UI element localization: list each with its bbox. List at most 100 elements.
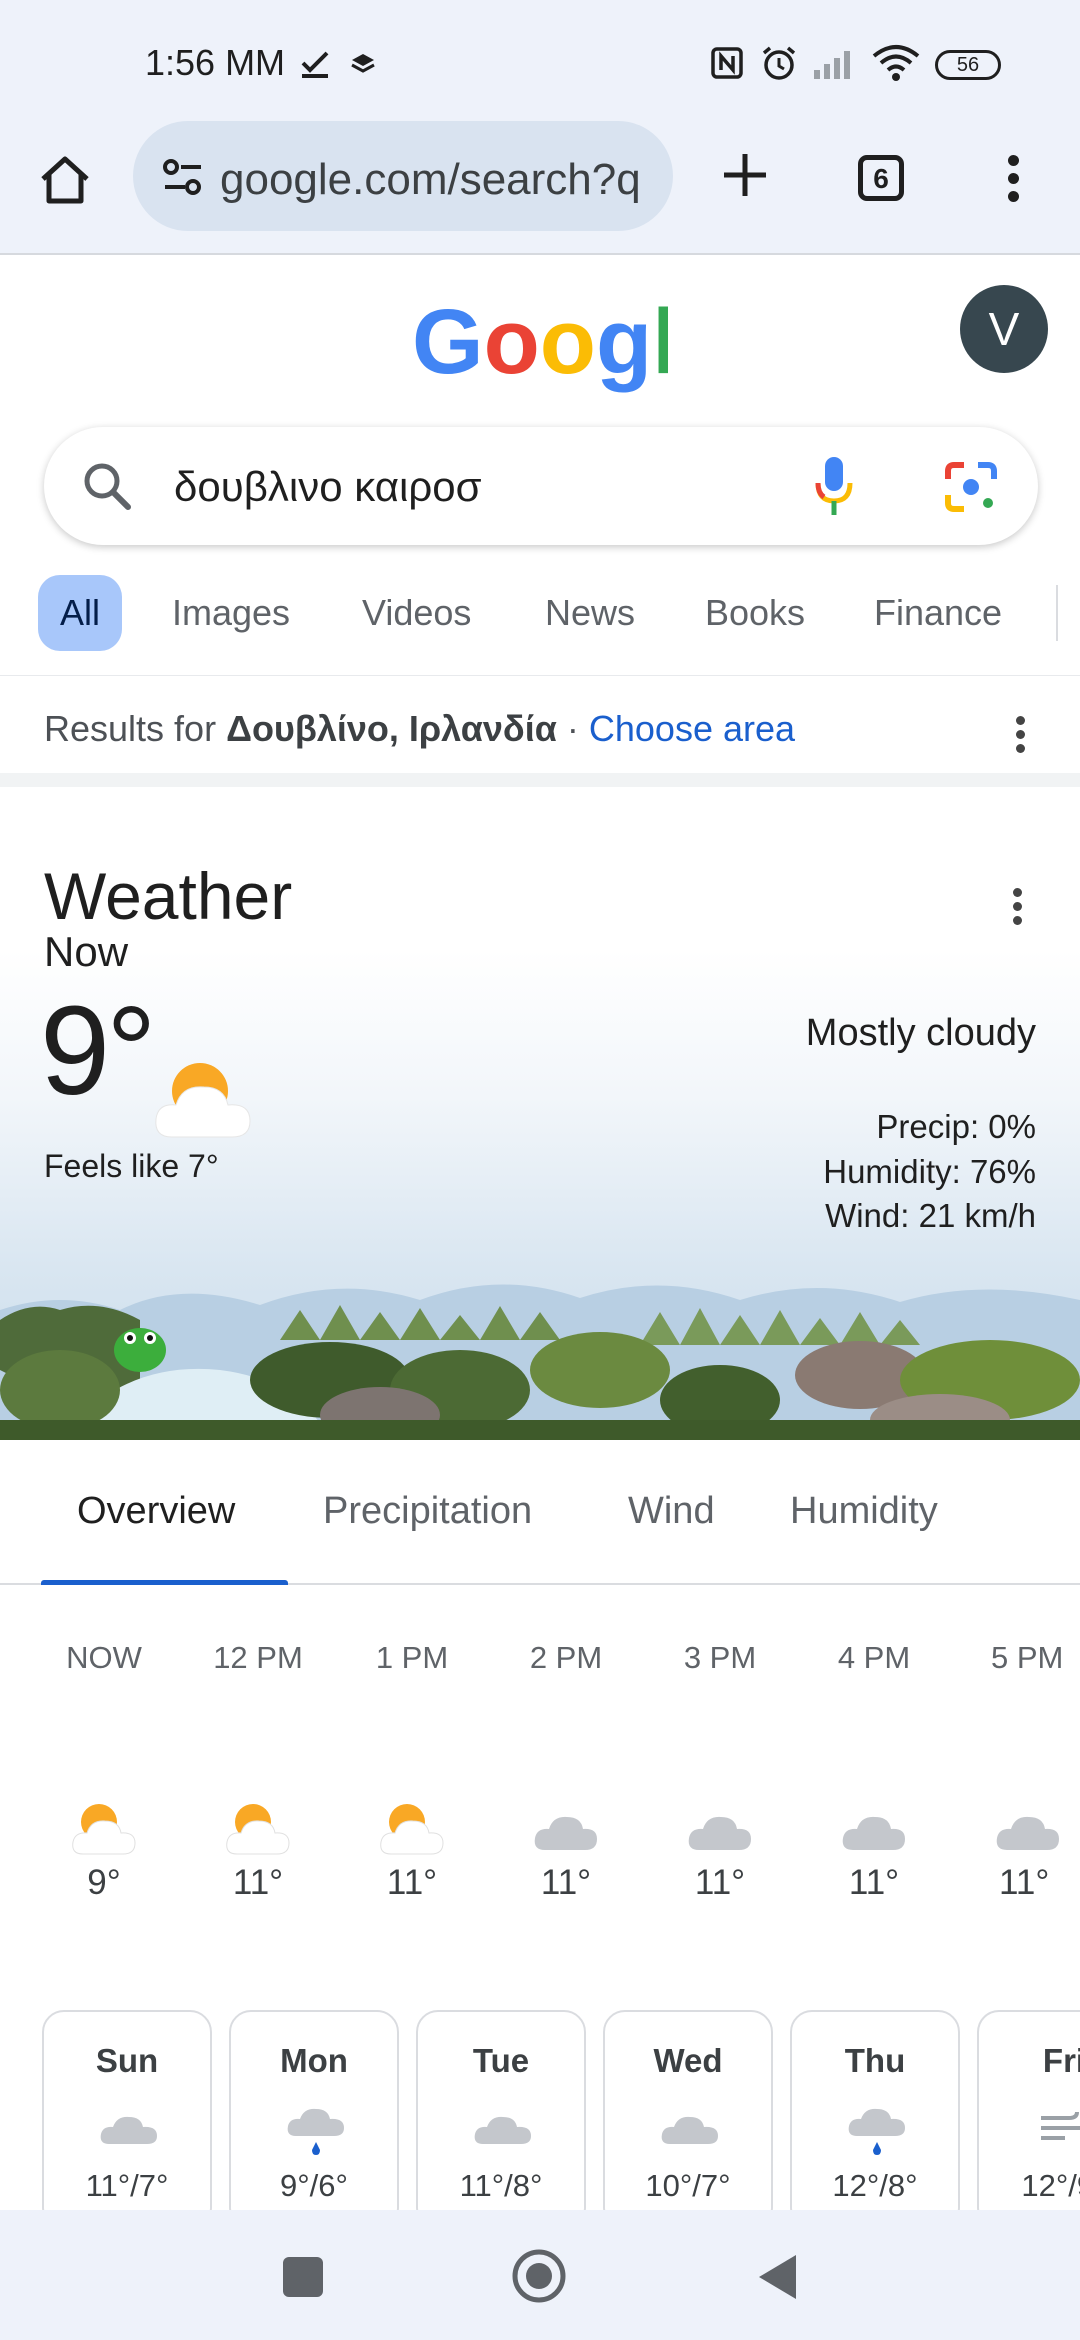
hour-temp: 11° [999,1863,1050,1902]
partly-cloudy-icon [380,1804,444,1855]
check-icon [301,51,329,78]
hourly-item[interactable]: 3 PM 11° [645,1640,795,1903]
weather-card: Weather Now 9° Feels like 7° Mostly clou… [0,810,1080,2230]
hour-temp: 11° [694,1863,746,1902]
alarm-icon [762,46,796,80]
day-name: Mon [280,2042,348,2079]
hourly-item[interactable]: 5 PM 11° [953,1640,1080,1903]
tab-overview[interactable]: Overview [77,1490,235,1533]
hour-label: NOW [66,1640,142,1675]
cloud-icon [534,1816,597,1850]
cloud-icon [474,2116,531,2144]
url-text[interactable]: google.com/search?q [220,155,660,205]
hour-label: 1 PM [375,1640,449,1675]
hour-temp: 11° [848,1863,900,1902]
weather-landscape-illustration [0,1284,1080,1440]
google-logo[interactable]: Google [412,295,668,395]
hourly-item[interactable]: 1 PM 11° [337,1640,487,1903]
hourly-item[interactable]: 2 PM 11° [491,1640,641,1903]
chip-news[interactable]: News [545,575,635,651]
home-icon[interactable] [38,153,92,207]
hour-label: 2 PM [529,1640,603,1675]
mic-icon[interactable] [814,455,854,517]
recents-button[interactable] [283,2257,323,2297]
results-for-separator: · [556,708,589,749]
tab-switcher-button[interactable]: 6 [858,155,904,201]
nfc-icon [711,47,743,79]
hourly-item[interactable]: 4 PM 11° [799,1640,949,1903]
tab-count: 6 [873,163,889,194]
search-icon [84,463,131,510]
daily-card-mon[interactable]: Mon 9°/6° [229,2010,399,2230]
results-for-prefix: Results for [44,708,227,749]
google-header: Google V δουβλινο καιροσ All Images Vide… [0,255,1080,675]
results-for-bar: Results for Δουβλίνο, Ιρλανδία · Choose … [0,675,1080,787]
active-tab-indicator [41,1580,288,1585]
daily-card-thu[interactable]: Thu 12°/8° [790,2010,960,2230]
weather-menu-icon[interactable] [1013,888,1023,930]
day-name: Sun [95,2042,159,2079]
day-name: Tue [472,2042,530,2079]
url-bar[interactable]: google.com/search?q [133,121,673,231]
battery-level: 56 [956,54,980,76]
day-temps: 12°/8° [832,2168,918,2203]
cloud-icon [996,1816,1059,1850]
chip-books[interactable]: Books [705,575,805,651]
chip-videos[interactable]: Videos [362,575,471,651]
cloud-icon [661,2116,718,2144]
choose-area-link[interactable]: Choose area [589,708,795,749]
results-menu-icon[interactable] [1016,716,1026,758]
day-temps: 11°/7° [85,2168,169,2203]
layers-icon [351,54,375,73]
feels-like: Feels like 7° [44,1148,219,1184]
wind-stat: Wind: 21 km/h [825,1197,1036,1234]
daily-card-tue[interactable]: Tue 11°/8° [416,2010,586,2230]
day-temps: 10°/7° [645,2168,731,2203]
partly-cloudy-icon [72,1804,136,1855]
hourly-item[interactable]: NOW 9° [29,1640,179,1903]
chip-images[interactable]: Images [172,575,290,651]
daily-card-wed[interactable]: Wed 10°/7° [603,2010,773,2230]
hour-temp: 11° [540,1863,592,1902]
wifi-icon [872,45,920,81]
day-temps: 12°/9° [1021,2168,1080,2203]
humidity-stat: Humidity: 76% [823,1153,1036,1190]
site-settings-icon[interactable] [161,157,205,197]
weather-title: Weather [44,859,293,933]
tab-humidity[interactable]: Humidity [790,1490,938,1533]
avatar[interactable]: V [960,285,1048,373]
day-name: Thu [844,2042,906,2079]
daily-card-sun[interactable]: Sun 11°/7° [42,2010,212,2230]
hour-temp: 11° [386,1863,438,1902]
tab-precipitation[interactable]: Precipitation [323,1490,532,1533]
chip-all[interactable]: All [38,575,123,651]
chip-finance[interactable]: Finance [874,575,1002,651]
lens-icon[interactable] [944,461,998,513]
hour-label: 3 PM [683,1640,757,1675]
tab-wind[interactable]: Wind [628,1490,715,1533]
browser-menu-icon[interactable] [1008,155,1019,207]
rain-cloud-icon [287,2108,344,2155]
avatar-letter: V [988,303,1020,355]
hourly-item[interactable]: 12 PM 11° [183,1640,333,1903]
results-for-location: Δουβλίνο, Ιρλανδία [226,708,557,749]
home-button[interactable] [510,2247,568,2305]
new-tab-icon[interactable] [720,150,770,200]
daily-card-fri[interactable]: Fri 12°/9° [977,2010,1080,2230]
cloud-icon [688,1816,751,1850]
browser-toolbar: google.com/search?q 6 [0,120,1080,255]
search-input[interactable]: δουβλινο καιροσ [174,463,482,511]
cloud-icon [842,1816,905,1850]
svg-text:Google: Google [412,295,668,393]
back-button[interactable] [756,2253,798,2301]
hour-temp: 11° [232,1863,284,1902]
search-box[interactable]: δουβλινο καιροσ [44,427,1038,545]
day-temps: 9°/6° [280,2168,348,2203]
status-time: 1:56 MM [145,42,286,83]
weather-tabs: Overview Precipitation Wind Humidity [0,1440,1080,1585]
search-filter-chips: All Images Videos News Books Finance [0,575,1080,665]
battery-icon: 56 [935,50,1001,80]
cloud-icon [100,2116,157,2144]
day-name: Fri [1042,2042,1080,2079]
rain-cloud-icon [848,2108,905,2155]
